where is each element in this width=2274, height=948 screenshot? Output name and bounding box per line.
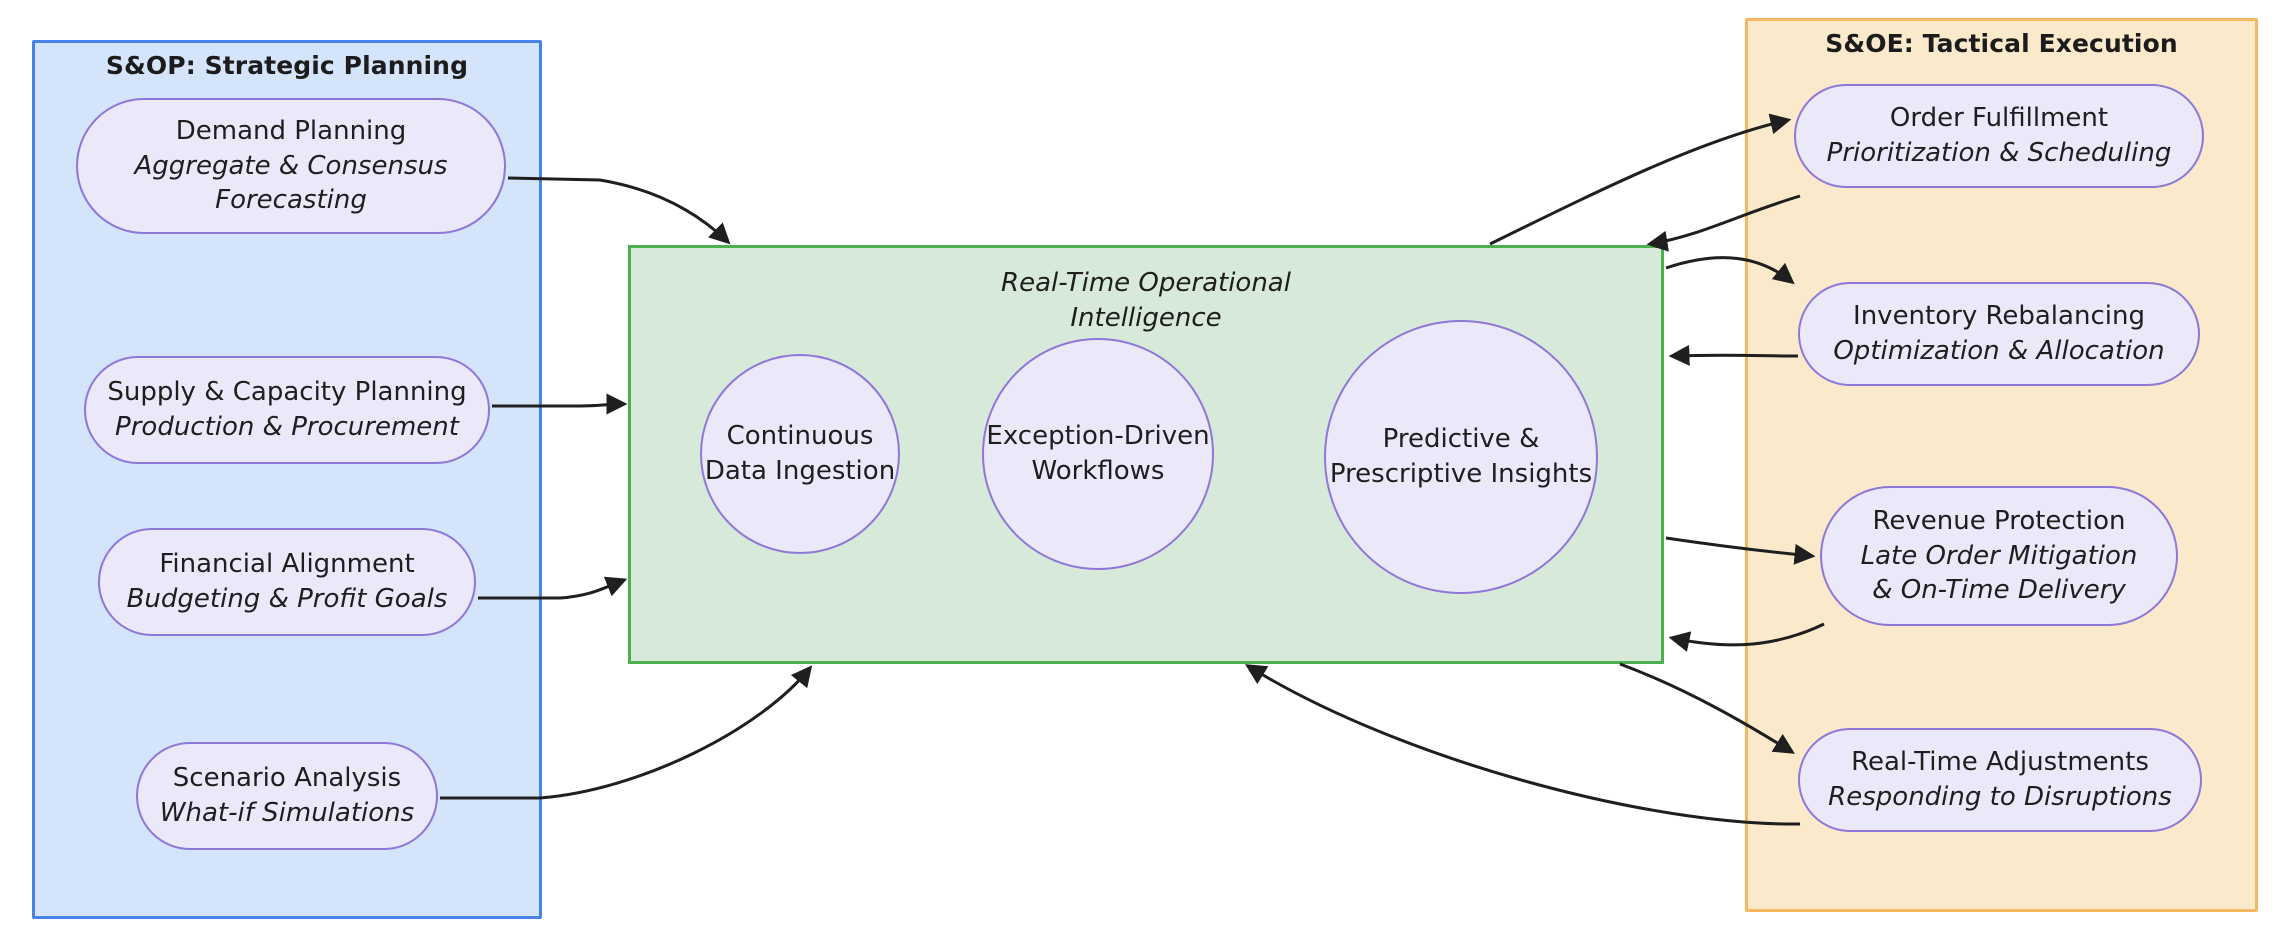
node-revenue-protection-subtitle-1: Late Order Mitigation xyxy=(1860,540,2138,571)
node-supply-capacity-planning[interactable]: Supply & Capacity Planning Production & … xyxy=(84,356,490,464)
edge-real-time-adjustments-to-center xyxy=(1245,664,1801,826)
cluster-soe-title: S&OE: Tactical Execution xyxy=(1825,29,2178,58)
node-scenario-analysis-subtitle: What-if Simulations xyxy=(159,798,415,828)
node-demand-planning-subtitle-2: Forecasting xyxy=(215,185,367,216)
node-financial-alignment[interactable]: Financial Alignment Budgeting & Profit G… xyxy=(98,528,476,636)
node-continuous-data-ingestion[interactable]: Continuous Data Ingestion xyxy=(700,354,900,554)
node-financial-alignment-title: Financial Alignment xyxy=(159,549,415,580)
node-continuous-data-ingestion-line1: Continuous xyxy=(726,420,874,451)
edge-center-to-order-fulfillment xyxy=(1489,113,1792,246)
node-scenario-analysis[interactable]: Scenario Analysis What-if Simulations xyxy=(136,742,438,850)
node-financial-alignment-subtitle: Budgeting & Profit Goals xyxy=(126,584,448,614)
node-real-time-adjustments-title: Real-Time Adjustments xyxy=(1851,747,2149,778)
node-supply-capacity-planning-title: Supply & Capacity Planning xyxy=(107,377,467,408)
node-scenario-analysis-title: Scenario Analysis xyxy=(172,763,402,794)
node-exception-driven-workflows[interactable]: Exception-Driven Workflows xyxy=(982,338,1214,570)
node-real-time-adjustments[interactable]: Real-Time Adjustments Responding to Disr… xyxy=(1798,728,2202,832)
node-revenue-protection[interactable]: Revenue Protection Late Order Mitigation… xyxy=(1820,486,2178,626)
node-predictive-prescriptive-insights-line1: Predictive & xyxy=(1382,423,1540,454)
node-continuous-data-ingestion-line2: Data Ingestion xyxy=(704,456,896,486)
node-inventory-rebalancing[interactable]: Inventory Rebalancing Optimization & All… xyxy=(1798,282,2200,386)
diagram-canvas: S&OP: Strategic Planning Demand Planning… xyxy=(0,0,2274,948)
center-cluster-title: Real-Time Operational Intelligence xyxy=(631,266,1661,336)
node-predictive-prescriptive-insights-line2: Prescriptive Insights xyxy=(1329,459,1593,489)
center-cluster-title-line1: Real-Time Operational xyxy=(1001,268,1291,298)
node-inventory-rebalancing-title: Inventory Rebalancing xyxy=(1853,301,2145,332)
node-order-fulfillment[interactable]: Order Fulfillment Prioritization & Sched… xyxy=(1794,84,2204,188)
node-revenue-protection-subtitle-2: & On-Time Delivery xyxy=(1872,575,2126,606)
node-inventory-rebalancing-subtitle: Optimization & Allocation xyxy=(1833,336,2165,366)
node-real-time-adjustments-subtitle: Responding to Disruptions xyxy=(1828,782,2172,812)
node-exception-driven-workflows-line2: Workflows xyxy=(1031,456,1165,486)
node-demand-planning[interactable]: Demand Planning Aggregate & Consensus Fo… xyxy=(76,98,506,234)
node-revenue-protection-title: Revenue Protection xyxy=(1872,506,2126,537)
cluster-sop-title: S&OP: Strategic Planning xyxy=(105,51,469,80)
node-supply-capacity-planning-subtitle: Production & Procurement xyxy=(115,412,459,442)
node-order-fulfillment-title: Order Fulfillment xyxy=(1889,103,2109,134)
node-demand-planning-title: Demand Planning xyxy=(175,116,407,147)
node-order-fulfillment-subtitle: Prioritization & Scheduling xyxy=(1826,138,2172,168)
node-predictive-prescriptive-insights[interactable]: Predictive & Prescriptive Insights xyxy=(1324,320,1598,594)
node-demand-planning-subtitle-1: Aggregate & Consensus xyxy=(134,150,448,181)
node-exception-driven-workflows-line1: Exception-Driven xyxy=(986,420,1210,451)
